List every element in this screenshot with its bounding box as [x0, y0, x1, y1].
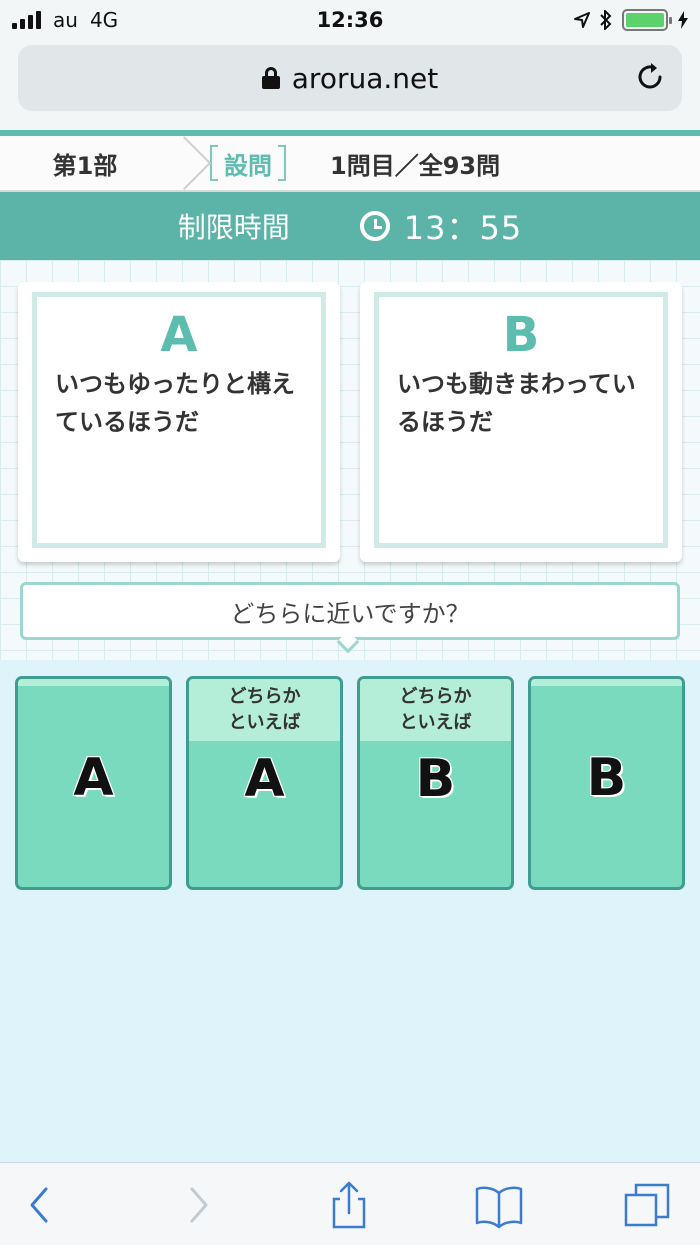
breadcrumb: 第1部 設問 1問目／全93問	[0, 136, 700, 192]
option-card-a: A いつもゆったりと構えているほうだ	[18, 282, 340, 562]
answer-buttons: A どちらか といえば A どちらか といえば B B	[15, 676, 685, 890]
status-bar: au 4G 12:36	[0, 0, 700, 40]
url-text: arorua.net	[291, 61, 439, 95]
bookmarks-icon[interactable]	[474, 1181, 524, 1229]
answer-a-button[interactable]: A	[15, 676, 172, 890]
location-icon	[574, 12, 590, 28]
answer-letter: A	[73, 748, 114, 808]
answer-somewhat-b-button[interactable]: どちらか といえば B	[357, 676, 514, 890]
clock-icon	[359, 211, 390, 241]
option-text-b: いつも動きまわっているほうだ	[397, 370, 636, 436]
answer-letter: B	[586, 748, 627, 808]
browser-toolbar	[0, 1162, 700, 1245]
question-counter: 1問目／全93問	[330, 151, 501, 180]
breadcrumb-part: 第1部	[52, 151, 118, 180]
option-text-a: いつもゆったりと構えているほうだ	[55, 370, 295, 436]
timer-label: 制限時間	[177, 211, 290, 244]
timer-bar: 制限時間 13：55	[0, 192, 700, 260]
breadcrumb-tag-label: 設問	[224, 151, 272, 180]
option-card-b: B いつも動きまわっているほうだ	[360, 282, 682, 562]
battery-icon	[622, 9, 672, 31]
breadcrumb-chevron-icon	[170, 135, 200, 191]
network-label: 4G	[89, 8, 119, 32]
timer-value-group: 13：55	[359, 203, 523, 249]
breadcrumb-tag: 設問	[210, 145, 286, 181]
browser-header: arorua.net	[0, 40, 700, 130]
answer-letter: B	[415, 749, 456, 809]
option-letter-a: A	[160, 307, 198, 363]
answer-somewhat-a-button[interactable]: どちらか といえば A	[186, 676, 343, 890]
answer-sub-label: どちらか といえば	[189, 679, 340, 741]
share-icon[interactable]	[324, 1181, 374, 1229]
carrier-label: au	[53, 8, 78, 32]
answer-b-button[interactable]: B	[528, 676, 685, 890]
prompt-bubble: どちらに近いですか？	[20, 582, 680, 640]
bluetooth-icon	[600, 10, 612, 30]
address-bar[interactable]: arorua.net	[18, 45, 682, 111]
answer-sub-label: どちらか といえば	[360, 679, 511, 741]
charging-icon	[678, 11, 688, 29]
bracket-right-icon	[278, 145, 286, 181]
signal-icon	[12, 11, 41, 29]
answer-letter: A	[244, 749, 285, 809]
option-letter-b: B	[502, 307, 540, 363]
lock-icon	[261, 67, 280, 89]
tabs-icon[interactable]	[622, 1181, 672, 1229]
question-area: A いつもゆったりと構えているほうだ B いつも動きまわっているほうだ どちらに…	[0, 260, 700, 660]
back-icon[interactable]	[16, 1181, 66, 1229]
reload-icon[interactable]	[634, 61, 666, 93]
forward-icon[interactable]	[172, 1181, 222, 1229]
timer-value: 13：55	[403, 209, 523, 247]
